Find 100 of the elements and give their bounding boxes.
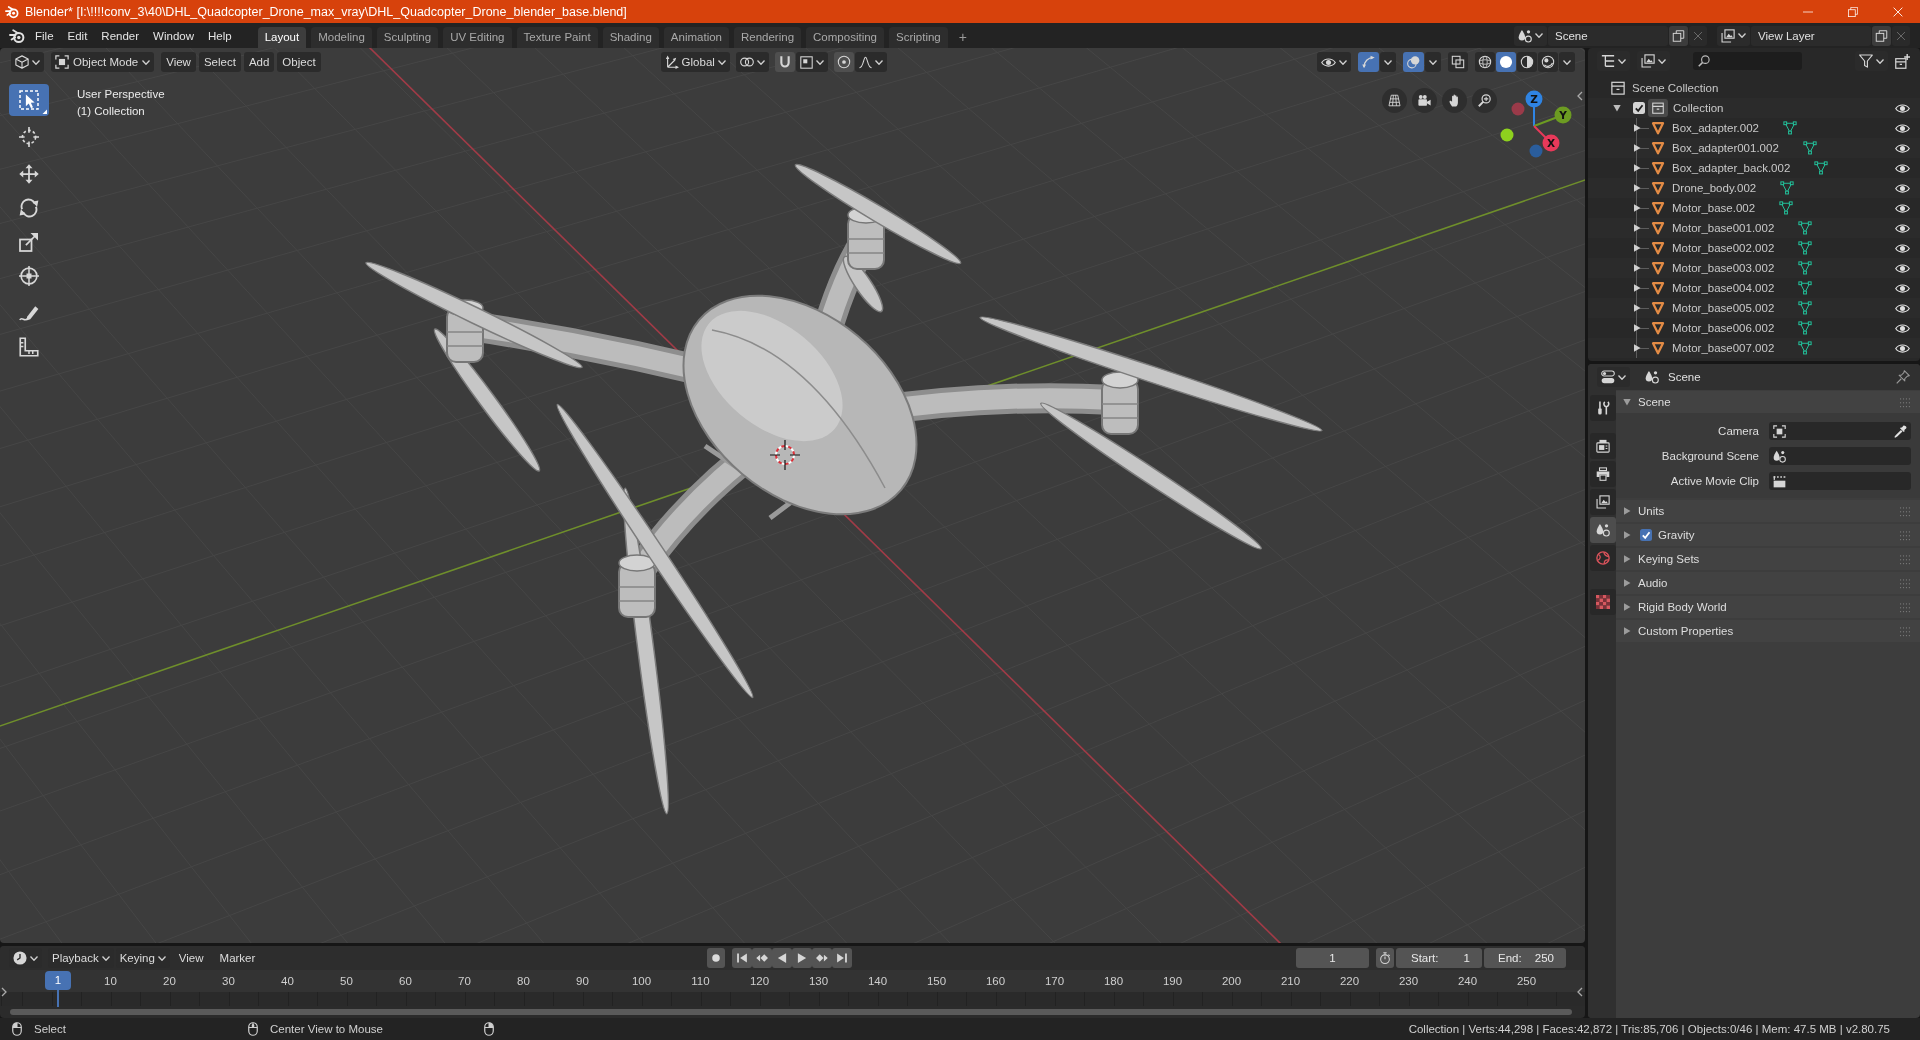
panel-header[interactable]: Keying Sets	[1616, 548, 1920, 570]
menu-item[interactable]: Marker	[212, 952, 263, 964]
select-box-icon[interactable]	[9, 84, 49, 116]
crosshair-cursor-icon[interactable]	[19, 127, 39, 147]
visibility-dropdown[interactable]	[1317, 52, 1351, 72]
restore-icon[interactable]	[1847, 6, 1858, 17]
copy-icon[interactable]	[1872, 25, 1891, 46]
panel-header[interactable]: Gravity	[1616, 524, 1920, 546]
workspace-tab[interactable]: Texture Paint	[516, 27, 598, 48]
panel-header[interactable]: Rigid Body World	[1616, 596, 1920, 618]
grip-dots-icon[interactable]	[1900, 577, 1911, 589]
value-field[interactable]	[1769, 422, 1911, 440]
mode-dropdown[interactable]: Object Mode	[51, 52, 155, 72]
scale-icon[interactable]	[19, 232, 39, 252]
move-arrows-icon[interactable]	[19, 164, 39, 184]
current-frame-field[interactable]: 1	[1296, 948, 1369, 968]
scene-dropdown[interactable]	[1514, 25, 1547, 46]
wireframe-sphere-icon[interactable]	[1475, 52, 1495, 72]
expand-arrow-icon[interactable]	[1633, 144, 1641, 152]
magnet-icon[interactable]	[774, 52, 795, 72]
menu-item[interactable]: View	[171, 952, 211, 964]
expand-arrow-icon[interactable]	[1633, 284, 1641, 292]
close-icon[interactable]	[1892, 6, 1903, 17]
expand-arrow-icon[interactable]	[1613, 104, 1621, 112]
menu-item[interactable]: Add	[243, 52, 275, 72]
overlay-options-dropdown[interactable]	[1425, 52, 1441, 72]
solid-sphere-icon[interactable]	[1496, 52, 1516, 72]
expand-arrow-icon[interactable]	[1633, 324, 1641, 332]
end-frame-field[interactable]: End: 250	[1484, 948, 1566, 968]
value-field[interactable]	[1769, 447, 1911, 465]
transform-icon[interactable]	[19, 266, 39, 286]
grip-dots-icon[interactable]	[1900, 625, 1911, 637]
shaded-sphere-icon[interactable]	[1538, 52, 1558, 72]
expand-arrow-icon[interactable]	[1633, 204, 1641, 212]
workspace-tab[interactable]: Animation	[663, 27, 729, 48]
image-stack-icon[interactable]	[1590, 489, 1616, 515]
wrench-screwdriver-icon[interactable]	[1590, 395, 1616, 421]
menu-item[interactable]: Edit	[60, 26, 95, 45]
checkbox[interactable]	[1633, 102, 1645, 114]
chevron-right-icon[interactable]	[1, 987, 7, 997]
axis-dot[interactable]	[1500, 128, 1514, 142]
axis-handle[interactable]: X	[1533, 125, 1560, 152]
expand-arrow-icon[interactable]	[1633, 244, 1641, 252]
orientation-dropdown[interactable]: Global	[660, 52, 730, 72]
workspace-tab[interactable]: Scripting	[889, 27, 948, 48]
ruler-icon[interactable]	[19, 337, 39, 357]
value-field[interactable]	[1769, 472, 1911, 490]
workspace-tab[interactable]: UV Editing	[443, 27, 512, 48]
workspace-tab[interactable]: Sculpting	[376, 27, 439, 48]
workspace-tab[interactable]: Modeling	[311, 27, 372, 48]
start-frame-field[interactable]: Start: 1	[1396, 948, 1482, 968]
skip-to-start-icon[interactable]	[731, 948, 752, 968]
rotate-arrows-icon[interactable]	[19, 198, 39, 218]
menu-item[interactable]: Window	[146, 26, 201, 45]
pencil-icon[interactable]	[19, 303, 39, 323]
stopwatch-icon[interactable]	[1376, 948, 1394, 968]
new-collection-icon[interactable]	[1895, 53, 1910, 69]
workspace-tab[interactable]: Compositing	[806, 27, 884, 48]
pivot-dropdown[interactable]	[735, 52, 769, 72]
checkbox[interactable]	[1640, 529, 1652, 541]
grid-icon[interactable]	[1382, 88, 1407, 113]
copy-icon[interactable]	[1669, 25, 1688, 46]
editor-type-dropdown[interactable]	[1597, 367, 1630, 387]
record-icon[interactable]	[706, 948, 725, 968]
gizmo-options-dropdown[interactable]	[1380, 52, 1396, 72]
grip-dots-icon[interactable]	[1900, 529, 1911, 541]
menu-item[interactable]: Object	[277, 52, 321, 72]
zoom-icon[interactable]	[1472, 88, 1497, 113]
grip-dots-icon[interactable]	[1900, 601, 1911, 613]
expand-arrow-icon[interactable]	[1633, 184, 1641, 192]
grip-dots-icon[interactable]	[1900, 553, 1911, 565]
scene-field[interactable]: Scene	[1548, 25, 1668, 46]
add-workspace-button[interactable]: +	[952, 27, 973, 48]
view-layer-field[interactable]: View Layer	[1751, 25, 1871, 46]
globe-icon[interactable]	[1590, 545, 1616, 571]
axis-handle[interactable]: Z	[1525, 90, 1543, 127]
scrollbar[interactable]	[10, 1009, 1572, 1015]
panel-header[interactable]: Scene	[1616, 391, 1920, 413]
half-filled-sphere-icon[interactable]	[1517, 52, 1537, 72]
axis-dot[interactable]	[1529, 144, 1543, 158]
current-frame-marker[interactable]: 1	[45, 971, 71, 990]
expand-arrow-icon[interactable]	[1633, 224, 1641, 232]
grip-dots-icon[interactable]	[1900, 396, 1911, 408]
hand-icon[interactable]	[1442, 88, 1467, 113]
skip-to-end-icon[interactable]	[831, 948, 852, 968]
workspace-tab[interactable]: Layout	[257, 27, 307, 48]
panel-header[interactable]: Units	[1616, 500, 1920, 522]
menu-item[interactable]: Render	[94, 26, 147, 45]
chevron-left-icon[interactable]	[1577, 91, 1583, 101]
printer-icon[interactable]	[1590, 461, 1616, 487]
expand-arrow-icon[interactable]	[1633, 304, 1641, 312]
camera-back-icon[interactable]	[1590, 433, 1616, 459]
menu-item[interactable]: Help	[201, 26, 239, 45]
grip-dots-icon[interactable]	[1900, 505, 1911, 517]
panel-header[interactable]: Audio	[1616, 572, 1920, 594]
menu-item[interactable]: File	[28, 26, 61, 45]
expand-arrow-icon[interactable]	[1633, 124, 1641, 132]
logo-icon[interactable]	[9, 27, 25, 44]
checker-icon[interactable]	[1590, 589, 1616, 615]
chevron-left-icon[interactable]	[1577, 987, 1583, 997]
